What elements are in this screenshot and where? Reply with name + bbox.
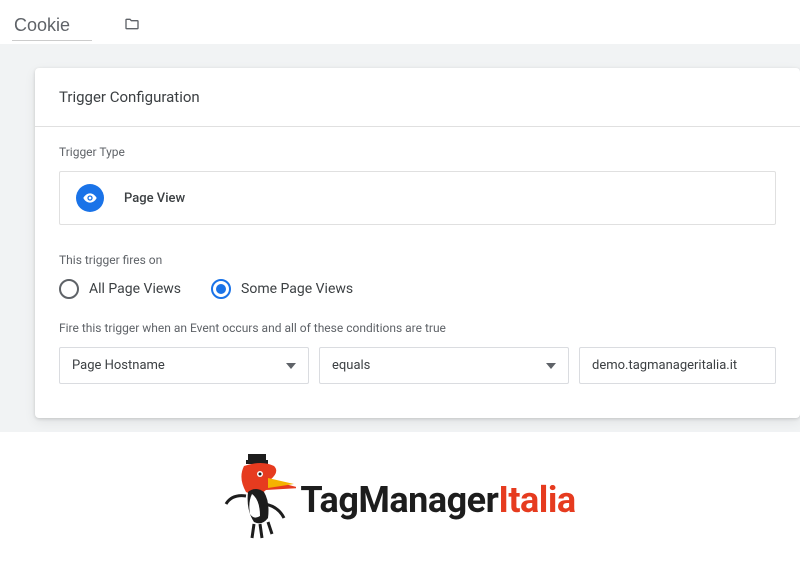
caret-down-icon: [546, 358, 556, 373]
logo-area: TagManagerItalia: [0, 432, 800, 548]
logo: TagManagerItalia: [224, 452, 575, 548]
condition-variable-select[interactable]: Page Hostname: [59, 347, 309, 384]
conditions-label: Fire this trigger when an Event occurs a…: [59, 321, 776, 335]
condition-row: Page Hostname equals: [59, 347, 776, 384]
condition-operator-value: equals: [332, 358, 370, 373]
radio-some-page-views[interactable]: Some Page Views: [211, 279, 353, 299]
top-bar: [0, 0, 800, 44]
radio-some-label: Some Page Views: [241, 281, 353, 297]
condition-variable-value: Page Hostname: [72, 358, 165, 373]
page-view-icon: [76, 184, 104, 212]
trigger-type-value: Page View: [124, 191, 185, 206]
fires-on-section: This trigger fires on All Page Views Som…: [59, 253, 776, 299]
trigger-config-card: Trigger Configuration Trigger Type Page …: [35, 68, 800, 418]
condition-operator-select[interactable]: equals: [319, 347, 569, 384]
logo-text: TagManagerItalia: [300, 479, 575, 521]
trigger-name-input[interactable]: [12, 11, 92, 41]
card-header: Trigger Configuration: [35, 68, 800, 127]
card-body: Trigger Type Page View This trigger fire…: [35, 127, 800, 384]
radio-all-page-views[interactable]: All Page Views: [59, 279, 181, 299]
trigger-type-label: Trigger Type: [59, 145, 776, 159]
logo-text-part2: Italia: [498, 479, 575, 521]
woodpecker-icon: [224, 452, 296, 548]
radio-unselected-icon: [59, 279, 79, 299]
folder-icon[interactable]: [122, 16, 142, 36]
logo-text-part1: TagManager: [300, 479, 498, 521]
radio-all-label: All Page Views: [89, 281, 181, 297]
condition-value-input[interactable]: [579, 347, 776, 384]
radio-selected-icon: [211, 279, 231, 299]
caret-down-icon: [286, 358, 296, 373]
workspace: Trigger Configuration Trigger Type Page …: [0, 44, 800, 432]
trigger-type-selector[interactable]: Page View: [59, 171, 776, 225]
radio-group: All Page Views Some Page Views: [59, 279, 776, 299]
fires-on-label: This trigger fires on: [59, 253, 776, 267]
